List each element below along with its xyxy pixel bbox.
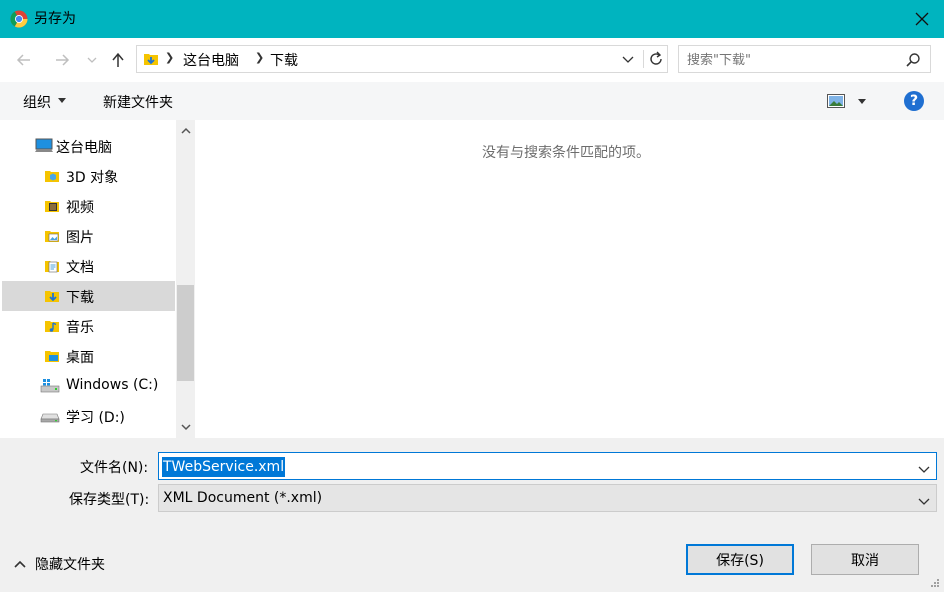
chevron-right-icon: ❯ [255, 51, 265, 64]
chevron-right-icon: ❯ [165, 51, 175, 64]
scroll-up-button[interactable] [176, 120, 195, 142]
sidebar-item-this-pc[interactable]: 这台电脑 [2, 131, 175, 161]
search-box[interactable] [678, 45, 931, 73]
refresh-icon [650, 51, 662, 65]
sidebar-item-label: Windows (C:) [66, 377, 159, 393]
filename-input[interactable]: TWebService.xml [162, 457, 286, 477]
window-title: 另存为 [34, 11, 76, 27]
sidebar-item-label: 3D 对象 [66, 170, 119, 186]
up-button[interactable] [106, 48, 130, 72]
filetype-label: 保存类型(T): [69, 492, 150, 508]
sidebar-item-drive-d[interactable]: 学习 (D:) [2, 401, 175, 431]
breadcrumb-this-pc[interactable]: 这台电脑 [183, 50, 239, 70]
organize-button[interactable]: 组织 [23, 92, 51, 112]
chevron-down-icon [622, 56, 634, 63]
desktop-folder-icon [44, 348, 60, 364]
sidebar-item-label: 下载 [66, 290, 94, 306]
navigation-pane: 这台电脑 3D 对象 视频 图片 文档 下载 音乐 桌面 Windows (C:… [0, 120, 196, 438]
sidebar-item-videos[interactable]: 视频 [2, 191, 175, 221]
save-options-panel: 文件名(N): TWebService.xml 保存类型(T): XML Doc… [0, 438, 944, 592]
chevron-down-icon [180, 424, 191, 431]
command-toolbar: 组织 新建文件夹 ? [0, 82, 944, 120]
videos-folder-icon [44, 198, 60, 214]
chevron-up-icon [180, 127, 191, 134]
scroll-down-button[interactable] [176, 416, 195, 438]
sidebar-item-music[interactable]: 音乐 [2, 311, 175, 341]
music-folder-icon [44, 318, 60, 334]
downloads-folder-icon [44, 288, 60, 304]
close-button[interactable] [900, 0, 944, 38]
hide-folders-label: 隐藏文件夹 [35, 557, 105, 573]
filetype-select[interactable]: XML Document (*.xml) [158, 484, 937, 512]
refresh-button[interactable] [643, 50, 663, 68]
sidebar-item-label: 这台电脑 [56, 140, 112, 156]
search-input[interactable] [687, 50, 897, 70]
sidebar-item-3d-objects[interactable]: 3D 对象 [2, 161, 175, 191]
filename-combobox[interactable]: TWebService.xml [158, 452, 937, 480]
address-bar[interactable]: ❯ 这台电脑 ❯ 下载 [136, 45, 668, 73]
sidebar-item-label: 学习 (D:) [66, 410, 125, 426]
documents-folder-icon [44, 258, 60, 274]
sidebar-item-desktop[interactable]: 桌面 [2, 341, 175, 371]
chevron-down-icon [918, 466, 930, 473]
chevron-up-icon [14, 558, 26, 568]
view-options-button[interactable] [827, 94, 845, 108]
pictures-folder-icon [44, 228, 60, 244]
sidebar-item-label: 音乐 [66, 320, 94, 336]
sidebar-item-label: 图片 [66, 230, 94, 246]
recent-locations-button[interactable] [82, 48, 102, 72]
view-picture-icon [827, 94, 845, 108]
sidebar-item-pictures[interactable]: 图片 [2, 221, 175, 251]
arrow-right-icon [56, 54, 70, 66]
close-icon [915, 12, 929, 26]
windows-drive-icon [40, 378, 60, 394]
drive-icon [40, 408, 60, 424]
breadcrumb-downloads[interactable]: 下载 [270, 50, 298, 70]
sidebar-item-label: 桌面 [66, 350, 94, 366]
address-dropdown-button[interactable] [621, 52, 635, 66]
filetype-dropdown-button[interactable] [918, 494, 930, 505]
3d-objects-folder-icon [44, 168, 60, 184]
resize-grip-icon[interactable] [926, 576, 940, 590]
navigation-pane-scrollbar[interactable] [176, 120, 195, 438]
filename-label: 文件名(N): [80, 460, 149, 476]
chevron-down-icon [87, 57, 97, 63]
help-icon[interactable]: ? [904, 91, 924, 111]
sidebar-item-label: 文档 [66, 260, 94, 276]
empty-results-message: 没有与搜索条件匹配的项。 [482, 145, 650, 161]
sidebar-item-label: 视频 [66, 200, 94, 216]
cancel-button[interactable]: 取消 [811, 544, 919, 575]
filetype-value: XML Document (*.xml) [163, 490, 323, 506]
caret-down-icon[interactable] [858, 99, 866, 104]
new-folder-button[interactable]: 新建文件夹 [103, 92, 173, 112]
scroll-thumb[interactable] [177, 285, 194, 381]
caret-down-icon [58, 98, 66, 103]
chrome-icon [10, 10, 28, 28]
computer-icon [35, 138, 53, 154]
search-icon[interactable] [905, 52, 921, 68]
downloads-folder-icon [143, 51, 159, 67]
chevron-down-icon [918, 498, 930, 505]
filename-dropdown-button[interactable] [918, 462, 930, 473]
save-button[interactable]: 保存(S) [686, 544, 794, 575]
sidebar-item-documents[interactable]: 文档 [2, 251, 175, 281]
arrow-left-icon [16, 54, 30, 66]
title-bar: 另存为 [0, 0, 944, 38]
arrow-up-icon [112, 52, 124, 67]
sidebar-item-windows-c[interactable]: Windows (C:) [2, 371, 175, 401]
file-list-area[interactable]: 没有与搜索条件匹配的项。 [196, 120, 944, 438]
forward-button[interactable] [50, 48, 74, 72]
back-button[interactable] [12, 48, 36, 72]
sidebar-item-downloads[interactable]: 下载 [2, 281, 175, 311]
